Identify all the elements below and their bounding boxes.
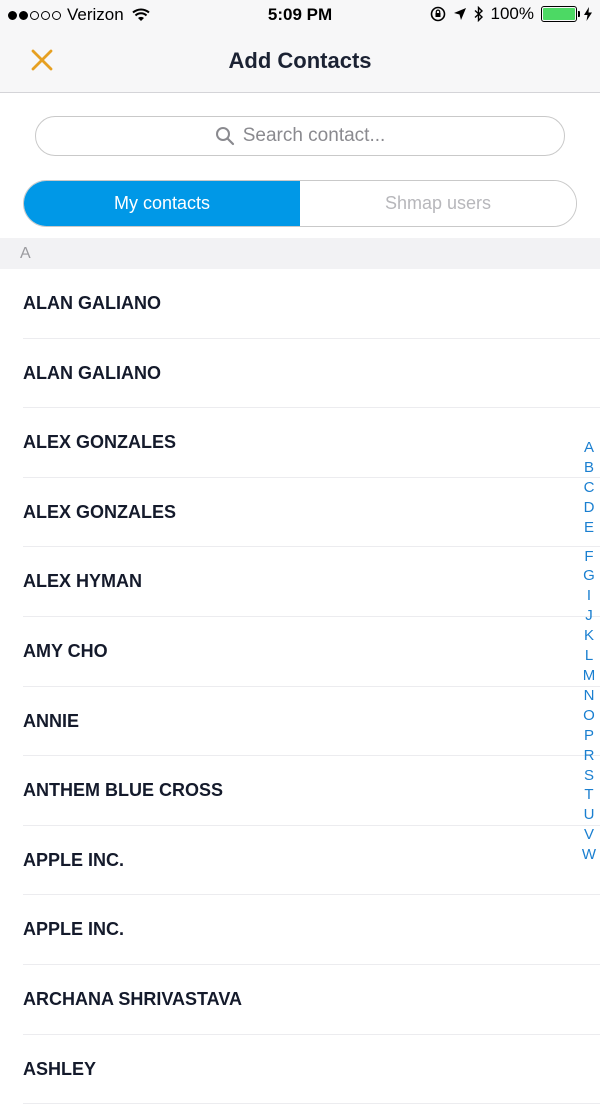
- index-letter-m[interactable]: M: [579, 666, 599, 686]
- battery-percent: 100%: [490, 4, 534, 23]
- index-letter-s[interactable]: S: [579, 766, 599, 786]
- index-letter-w[interactable]: W: [579, 845, 599, 865]
- contacts-source-segmented-control: My contacts Shmap users: [23, 180, 577, 227]
- index-letter-u[interactable]: U: [579, 805, 599, 825]
- index-letter-r[interactable]: R: [579, 746, 599, 766]
- search-icon: [215, 127, 234, 146]
- list-item[interactable]: ALAN GALIANO: [23, 339, 600, 409]
- location-arrow-icon: [453, 8, 466, 20]
- status-bar: Verizon 5:09 PM 100%: [0, 0, 600, 30]
- list-item[interactable]: ASHLEY: [23, 1035, 600, 1104]
- contact-name: ALEX GONZALES: [23, 432, 177, 453]
- index-letter-i[interactable]: I: [579, 586, 599, 606]
- list-item[interactable]: ALAN GALIANO: [23, 269, 600, 339]
- charging-bolt-icon: [584, 7, 592, 21]
- search-input[interactable]: Search contact...: [35, 116, 565, 156]
- list-item[interactable]: APPLE INC.: [23, 895, 600, 965]
- index-letter-o[interactable]: O: [579, 706, 599, 726]
- index-letter-a[interactable]: A: [579, 438, 599, 458]
- index-letter-p[interactable]: P: [579, 726, 599, 746]
- list-item[interactable]: ALEX GONZALES: [23, 478, 600, 548]
- contact-name: APPLE INC.: [23, 919, 125, 940]
- index-letter-n[interactable]: N: [579, 686, 599, 706]
- index-letter-j[interactable]: J: [579, 606, 599, 626]
- index-letter-b[interactable]: B: [579, 458, 599, 478]
- contact-name: ALEX GONZALES: [23, 501, 177, 522]
- page-title: Add Contacts: [228, 48, 372, 73]
- list-item[interactable]: ANNIE: [23, 687, 600, 757]
- section-header-a: A: [0, 238, 600, 269]
- contact-name: ANNIE: [23, 710, 80, 731]
- contact-name: ARCHANA SHRIVASTAVA: [23, 988, 242, 1009]
- status-right: 100%: [430, 4, 592, 24]
- index-letter-k[interactable]: K: [579, 626, 599, 646]
- contact-name: ASHLEY: [23, 1058, 97, 1079]
- contact-name: APPLE INC.: [23, 849, 125, 870]
- index-letter-l[interactable]: L: [579, 646, 599, 666]
- contact-name: ALEX HYMAN: [23, 571, 143, 592]
- contacts-list: ALAN GALIANO ALAN GALIANO ALEX GONZALES …: [0, 269, 600, 1104]
- list-item[interactable]: ARCHANA SHRIVASTAVA: [23, 965, 600, 1035]
- list-item[interactable]: ALEX GONZALES: [23, 408, 600, 478]
- index-letter-f[interactable]: F: [579, 547, 599, 567]
- list-item[interactable]: APPLE INC.: [23, 826, 600, 896]
- contact-name: ALAN GALIANO: [23, 362, 161, 383]
- contact-name: ALAN GALIANO: [23, 293, 161, 313]
- tab-shmap-users[interactable]: Shmap users: [300, 181, 576, 226]
- list-item[interactable]: AMY CHO: [23, 617, 600, 687]
- index-letter-c[interactable]: C: [579, 478, 599, 498]
- contact-name: AMY CHO: [23, 640, 108, 661]
- index-letter-t[interactable]: T: [579, 785, 599, 805]
- tab-my-contacts[interactable]: My contacts: [24, 181, 300, 226]
- index-letter-v[interactable]: V: [579, 825, 599, 845]
- navigation-bar: Add Contacts: [0, 30, 600, 93]
- list-item[interactable]: ALEX HYMAN: [23, 547, 600, 617]
- search-placeholder: Search contact...: [242, 125, 386, 146]
- index-letter-d[interactable]: D: [579, 498, 599, 518]
- index-letter-g[interactable]: G: [579, 566, 599, 586]
- index-letter-e[interactable]: E: [579, 518, 599, 538]
- contact-name: ANTHEM BLUE CROSS: [23, 780, 224, 801]
- list-item[interactable]: ANTHEM BLUE CROSS: [23, 756, 600, 826]
- bluetooth-icon: [474, 6, 483, 22]
- rotation-lock-icon: [430, 6, 445, 22]
- battery-icon: [541, 6, 580, 22]
- alphabet-index: A B C D E F G I J K L M N O P R S T U V …: [579, 438, 599, 865]
